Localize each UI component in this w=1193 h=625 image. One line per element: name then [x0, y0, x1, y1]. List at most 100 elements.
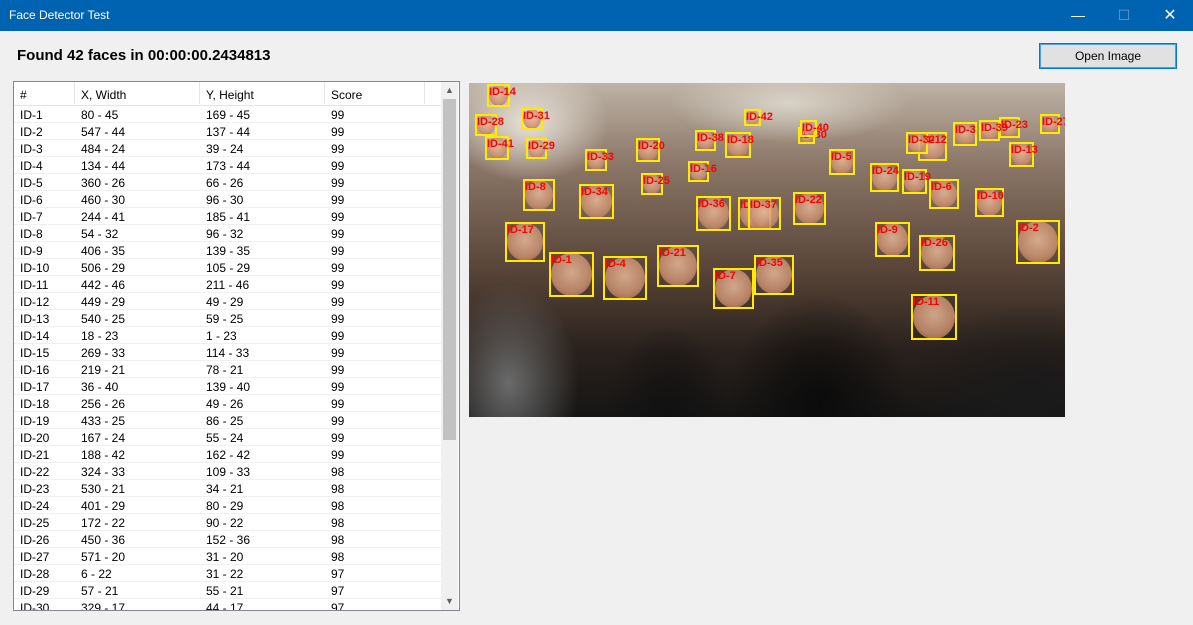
cell-x-width: 18 - 23 [81, 329, 119, 343]
cell-score: 99 [331, 227, 345, 241]
table-row[interactable]: ID-7 244 - 41 185 - 41 99 [14, 208, 441, 225]
table-row[interactable]: ID-29 57 - 21 55 - 21 97 [14, 582, 441, 599]
table-row[interactable]: ID-28 6 - 22 31 - 22 97 [14, 565, 441, 582]
cell-x-width: 80 - 45 [81, 108, 119, 122]
cell-id: ID-5 [20, 176, 43, 190]
cell-id: ID-15 [20, 346, 50, 360]
face-label: ID-9 [877, 224, 898, 236]
cell-x-width: 401 - 29 [81, 499, 126, 513]
table-row[interactable]: ID-14 18 - 23 1 - 23 99 [14, 327, 441, 344]
cell-x-width: 360 - 26 [81, 176, 126, 190]
minimize-button[interactable]: — [1055, 0, 1101, 31]
face-label: ID-13 [1011, 144, 1038, 156]
cell-score: 99 [331, 295, 345, 309]
grid-header: # X, Width Y, Height Score [14, 82, 441, 106]
table-row[interactable]: ID-26 450 - 36 152 - 36 98 [14, 531, 441, 548]
table-row[interactable]: ID-11 442 - 46 211 - 46 99 [14, 276, 441, 293]
face-label: ID-29 [528, 140, 555, 152]
column-header-x-width[interactable]: X, Width [81, 88, 126, 102]
table-row[interactable]: ID-24 401 - 29 80 - 29 98 [14, 497, 441, 514]
table-row[interactable]: ID-16 219 - 21 78 - 21 99 [14, 361, 441, 378]
table-row[interactable]: ID-18 256 - 26 49 - 26 99 [14, 395, 441, 412]
close-button[interactable]: ✕ [1147, 0, 1193, 31]
table-row[interactable]: ID-6 460 - 30 96 - 30 99 [14, 191, 441, 208]
cell-score: 99 [331, 448, 345, 462]
table-row[interactable]: ID-20 167 - 24 55 - 24 99 [14, 429, 441, 446]
cell-y-height: 162 - 42 [206, 448, 251, 462]
cell-y-height: 34 - 21 [206, 482, 244, 496]
faces-grid[interactable]: # X, Width Y, Height Score ID-1 80 - 45 16… [13, 81, 460, 611]
table-row[interactable]: ID-27 571 - 20 31 - 20 98 [14, 548, 441, 565]
cell-y-height: 114 - 33 [206, 346, 250, 360]
cell-id: ID-3 [20, 142, 43, 156]
cell-score: 99 [331, 108, 345, 122]
cell-score: 99 [331, 159, 345, 173]
minimize-icon: — [1071, 7, 1085, 23]
cell-score: 99 [331, 244, 345, 258]
table-row[interactable]: ID-15 269 - 33 114 - 33 99 [14, 344, 441, 361]
table-row[interactable]: ID-17 36 - 40 139 - 40 99 [14, 378, 441, 395]
face-label: ID-2 [1018, 222, 1039, 234]
cell-score: 98 [331, 499, 345, 513]
table-row[interactable]: ID-3 484 - 24 39 - 24 99 [14, 140, 441, 157]
table-row[interactable]: ID-23 530 - 21 34 - 21 98 [14, 480, 441, 497]
cell-score: 99 [331, 397, 345, 411]
cell-score: 98 [331, 482, 345, 496]
chevron-up-icon[interactable]: ▲ [441, 82, 458, 99]
face-label: ID-6 [931, 181, 952, 193]
table-row[interactable]: ID-8 54 - 32 96 - 32 99 [14, 225, 441, 242]
column-header-id[interactable]: # [20, 88, 27, 102]
face-label: ID-26 [921, 237, 948, 249]
table-row[interactable]: ID-4 134 - 44 173 - 44 99 [14, 157, 441, 174]
cell-x-width: 442 - 46 [81, 278, 126, 292]
face-label: ID-34 [581, 186, 608, 198]
cell-x-width: 449 - 29 [81, 295, 126, 309]
cell-id: ID-23 [20, 482, 50, 496]
cell-score: 99 [331, 278, 345, 292]
cell-x-width: 54 - 32 [81, 227, 119, 241]
cell-y-height: 185 - 41 [206, 210, 251, 224]
cell-x-width: 324 - 33 [81, 465, 126, 479]
table-row[interactable]: ID-22 324 - 33 109 - 33 98 [14, 463, 441, 480]
cell-id: ID-14 [20, 329, 50, 343]
table-row[interactable]: ID-12 449 - 29 49 - 29 99 [14, 293, 441, 310]
cell-id: ID-28 [20, 567, 50, 581]
scrollbar-thumb[interactable] [443, 99, 456, 440]
cell-score: 98 [331, 465, 345, 479]
table-row[interactable]: ID-10 506 - 29 105 - 29 99 [14, 259, 441, 276]
face-label: ID-38 [697, 132, 724, 144]
vertical-scrollbar[interactable]: ▲ ▼ [441, 82, 458, 610]
table-row[interactable]: ID-2 547 - 44 137 - 44 99 [14, 123, 441, 140]
cell-id: ID-19 [20, 414, 50, 428]
table-row[interactable]: ID-9 406 - 35 139 - 35 99 [14, 242, 441, 259]
table-row[interactable]: ID-30 329 - 17 44 - 17 97 [14, 599, 441, 611]
cell-y-height: 59 - 25 [206, 312, 244, 326]
chevron-down-icon[interactable]: ▼ [441, 593, 458, 610]
cell-id: ID-6 [20, 193, 43, 207]
cell-y-height: 96 - 32 [206, 227, 244, 241]
table-row[interactable]: ID-21 188 - 42 162 - 42 99 [14, 446, 441, 463]
open-image-button[interactable]: Open Image [1039, 43, 1177, 69]
cell-id: ID-21 [20, 448, 50, 462]
cell-x-width: 167 - 24 [81, 431, 126, 445]
table-row[interactable]: ID-13 540 - 25 59 - 25 99 [14, 310, 441, 327]
table-row[interactable]: ID-19 433 - 25 86 - 25 99 [14, 412, 441, 429]
cell-score: 98 [331, 516, 345, 530]
cell-y-height: 55 - 24 [206, 431, 244, 445]
table-row[interactable]: ID-25 172 - 22 90 - 22 98 [14, 514, 441, 531]
cell-id: ID-17 [20, 380, 50, 394]
face-label: ID-32 [908, 134, 935, 146]
table-row[interactable]: ID-1 80 - 45 169 - 45 99 [14, 106, 441, 123]
column-header-score[interactable]: Score [331, 88, 362, 102]
face-label: ID-8 [525, 181, 546, 193]
cell-score: 99 [331, 329, 345, 343]
column-header-y-height[interactable]: Y, Height [206, 88, 254, 102]
cell-x-width: 484 - 24 [81, 142, 126, 156]
cell-x-width: 134 - 44 [81, 159, 126, 173]
maximize-icon: ☐ [1117, 7, 1131, 23]
table-row[interactable]: ID-5 360 - 26 66 - 26 99 [14, 174, 441, 191]
cell-x-width: 406 - 35 [81, 244, 126, 258]
cell-score: 98 [331, 533, 345, 547]
cell-y-height: 44 - 17 [206, 601, 244, 611]
cell-x-width: 433 - 25 [81, 414, 126, 428]
